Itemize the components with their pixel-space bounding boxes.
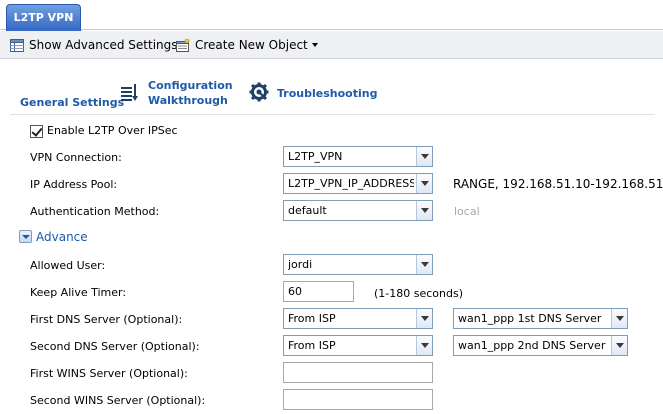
create-new-object-button[interactable]: Create New Object <box>176 37 318 53</box>
vpn-connection-select[interactable]: L2TP_VPN <box>283 146 433 167</box>
first-dns-server-select[interactable]: wan1_ppp 1st DNS Server <box>453 308 628 329</box>
dropdown-arrow-icon <box>416 174 432 193</box>
walkthrough-label-line1: Configuration <box>148 79 233 92</box>
vpn-connection-value: L2TP_VPN <box>288 150 343 163</box>
gear-wrench-icon <box>249 82 270 105</box>
authentication-method-label: Authentication Method: <box>30 205 160 218</box>
troubleshooting-tab[interactable]: Troubleshooting <box>249 82 377 105</box>
ip-address-pool-value: L2TP_VPN_IP_ADDRESS_ <box>288 177 414 190</box>
ip-address-pool-range: RANGE, 192.168.51.10-192.168.51.20 <box>453 177 663 191</box>
tab-l2tp-vpn[interactable]: L2TP VPN <box>6 4 81 31</box>
divider <box>10 114 655 115</box>
allowed-user-select[interactable]: jordi <box>283 254 433 275</box>
dropdown-arrow-icon <box>416 309 432 328</box>
enable-l2tp-checkbox[interactable] <box>30 125 43 138</box>
tab-bar: L2TP VPN <box>0 0 663 31</box>
vpn-connection-row: VPN Connection: L2TP_VPN <box>0 146 663 170</box>
authentication-method-row: Authentication Method: default local <box>0 200 663 224</box>
second-dns-type-value: From ISP <box>288 339 336 352</box>
first-dns-row: First DNS Server (Optional): From ISP wa… <box>0 308 663 332</box>
configuration-walkthrough-tab[interactable]: Configuration Walkthrough <box>120 78 233 108</box>
ip-address-pool-row: IP Address Pool: L2TP_VPN_IP_ADDRESS_ RA… <box>0 173 663 197</box>
advance-collapse-toggle[interactable] <box>19 230 32 243</box>
advance-section-label[interactable]: Advance <box>36 230 88 244</box>
second-wins-row: Second WINS Server (Optional): <box>0 389 663 413</box>
authentication-method-select[interactable]: default <box>283 200 433 221</box>
chevron-down-icon <box>311 43 318 47</box>
table-settings-icon <box>10 38 24 52</box>
show-advanced-settings-label: Show Advanced Settings <box>29 38 178 52</box>
keep-alive-input[interactable]: 60 <box>283 281 354 302</box>
dropdown-arrow-icon <box>416 147 432 166</box>
second-wins-label: Second WINS Server (Optional): <box>30 394 206 407</box>
second-dns-type-select[interactable]: From ISP <box>283 335 433 356</box>
keep-alive-label: Keep Alive Timer: <box>30 286 127 299</box>
first-dns-label: First DNS Server (Optional): <box>30 313 183 326</box>
first-wins-input[interactable] <box>283 362 433 383</box>
first-dns-type-select[interactable]: From ISP <box>283 308 433 329</box>
ip-address-pool-select[interactable]: L2TP_VPN_IP_ADDRESS_ <box>283 173 433 194</box>
dropdown-arrow-icon <box>611 309 627 328</box>
settings-tabs: General Settings Configuration Walkthrou… <box>0 60 663 115</box>
second-dns-server-value: wan1_ppp 2nd DNS Server <box>458 339 606 352</box>
ip-address-pool-label: IP Address Pool: <box>30 178 118 191</box>
walkthrough-icon <box>120 82 138 105</box>
walkthrough-label-line2: Walkthrough <box>148 94 228 107</box>
dropdown-arrow-icon <box>416 255 432 274</box>
general-settings-tab[interactable]: General Settings <box>20 96 124 109</box>
second-wins-input[interactable] <box>283 389 433 410</box>
first-dns-server-value: wan1_ppp 1st DNS Server <box>458 312 602 325</box>
first-wins-label: First WINS Server (Optional): <box>30 367 188 380</box>
toolbar: Show Advanced Settings Create New Object <box>0 31 663 59</box>
allowed-user-row: Allowed User: jordi <box>0 254 663 278</box>
troubleshooting-label: Troubleshooting <box>277 87 378 100</box>
allowed-user-label: Allowed User: <box>30 259 106 272</box>
dropdown-arrow-icon <box>611 336 627 355</box>
allowed-user-value: jordi <box>288 258 313 271</box>
dropdown-arrow-icon <box>416 201 432 220</box>
show-advanced-settings-button[interactable]: Show Advanced Settings <box>10 37 178 53</box>
authentication-method-info: local <box>454 205 480 218</box>
second-dns-server-select[interactable]: wan1_ppp 2nd DNS Server <box>453 335 628 356</box>
create-new-object-label: Create New Object <box>195 38 308 52</box>
vpn-connection-label: VPN Connection: <box>30 151 122 164</box>
keep-alive-row: Keep Alive Timer: 60 (1-180 seconds) <box>0 281 663 305</box>
first-dns-type-value: From ISP <box>288 312 336 325</box>
second-dns-row: Second DNS Server (Optional): From ISP w… <box>0 335 663 359</box>
second-dns-label: Second DNS Server (Optional): <box>30 340 200 353</box>
first-wins-row: First WINS Server (Optional): <box>0 362 663 386</box>
keep-alive-hint: (1-180 seconds) <box>374 287 464 300</box>
new-object-icon <box>176 38 190 52</box>
dropdown-arrow-icon <box>416 336 432 355</box>
enable-l2tp-label: Enable L2TP Over IPSec <box>47 124 178 137</box>
authentication-method-value: default <box>288 204 327 217</box>
